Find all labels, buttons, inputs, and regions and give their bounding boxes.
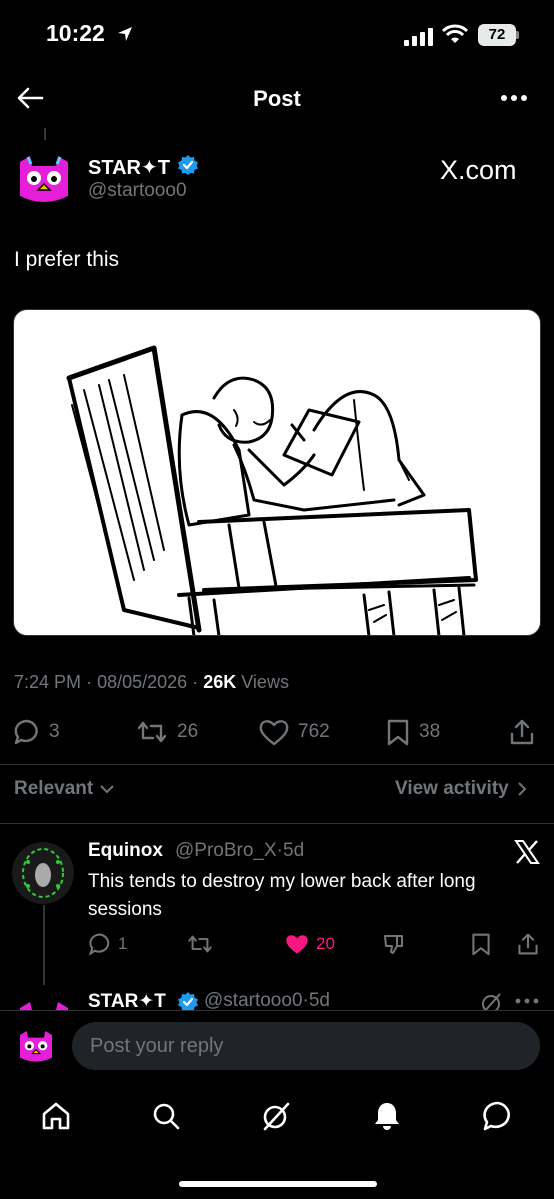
reply-dislike-button[interactable] [382,930,406,958]
reply-bookmark-button[interactable] [470,930,492,958]
cellular-signal-icon [404,28,433,46]
author-name[interactable]: STAR✦T [88,155,170,180]
source-label: X.com [440,155,517,185]
post-time: 7:24 PM [14,672,82,692]
reply-handle-text: @startooo0 [204,990,303,1011]
reply-count: 3 [49,721,60,742]
divider [0,823,554,824]
share-icon [518,933,538,955]
heart-filled-icon [286,935,308,954]
author-handle[interactable]: @startooo0 [88,180,187,202]
repost-button[interactable]: 26 [135,716,198,748]
ornament-avatar-icon [12,842,74,904]
bookmark-icon [387,719,409,746]
verified-badge-icon[interactable] [178,155,198,175]
author-avatar[interactable] [14,150,74,210]
post-date: 08/05/2026 [97,672,188,692]
views-count[interactable]: 26K [203,672,236,692]
meta-separator: · [192,672,199,692]
chevron-right-icon [518,782,527,796]
repost-icon [137,721,167,743]
share-button[interactable] [508,716,536,748]
reply-author-handle[interactable]: @startooo0·5d [204,990,330,1012]
reply-button[interactable]: 3 [13,716,60,748]
reply-share-button[interactable] [516,930,540,958]
thread-connector [43,905,45,985]
bookmark-button[interactable]: 38 [385,716,440,748]
reply-text: This tends to destroy my lower back afte… [88,871,476,920]
post-text: I prefer this [14,248,120,271]
reply-handle-text: @ProBro_X [175,840,277,861]
reply-author-handle[interactable]: @ProBro_X·5d [175,840,304,862]
thread-connector [44,128,46,140]
reply-reply-button[interactable]: 1 [88,930,127,958]
reply-age: 5d [308,990,330,1011]
reply-icon [14,719,38,745]
verified-badge-icon[interactable] [178,992,198,1012]
location-arrow-icon [118,27,132,41]
reply-like-count: 20 [316,934,335,953]
more-options-icon[interactable] [496,84,532,112]
divider [0,764,554,765]
bookmark-icon [472,933,490,956]
sort-label: Relevant [14,778,94,799]
notifications-bell-icon[interactable] [371,1100,403,1132]
grok-icon[interactable] [260,1100,292,1132]
battery-nub [516,31,519,39]
more-options-icon[interactable] [514,996,540,1006]
share-icon [510,719,534,745]
meta-separator: · [86,672,93,692]
repost-icon [188,935,212,953]
search-icon[interactable] [150,1100,182,1132]
page-title: Post [253,86,301,111]
view-activity-link[interactable]: View activity [395,778,527,800]
repost-count: 26 [177,721,199,742]
heart-icon [259,720,289,746]
sketch-drawing [66,345,478,635]
chevron-down-icon [100,785,114,794]
reply-repost-button[interactable] [186,930,214,958]
reply-icon [88,933,110,956]
view-activity-label: View activity [395,778,509,799]
battery-indicator: 72 [478,24,516,46]
post-image[interactable] [13,309,541,636]
back-arrow-icon[interactable] [14,82,46,114]
reply-age: 5d [283,840,305,861]
bookmark-count: 38 [419,721,441,742]
home-indicator [179,1181,377,1187]
reply-like-button[interactable]: 20 [284,930,335,958]
status-bar: 10:22 72 [0,0,554,70]
wifi-icon [442,24,468,43]
reply-author-name[interactable]: Equinox [88,840,163,862]
composer-avatar [16,1027,56,1067]
like-button[interactable]: 762 [258,716,330,748]
reply-input[interactable]: Post your reply [72,1022,540,1070]
post-meta: 7:24 PM · 08/05/2026 · 26K Views [14,672,289,693]
pink-creature-avatar-icon [16,1027,56,1067]
reply-reply-count: 1 [118,934,128,953]
status-time: 10:22 [46,20,105,46]
views-label: Views [241,672,289,692]
home-icon[interactable] [40,1100,72,1132]
sort-replies-dropdown[interactable]: Relevant [14,778,115,800]
x-logo-icon [514,840,540,864]
thumbs-down-icon [384,935,403,954]
messages-icon[interactable] [482,1100,514,1132]
like-count: 762 [298,721,330,742]
pink-creature-avatar-icon [14,150,74,210]
reply-avatar[interactable] [12,842,74,904]
